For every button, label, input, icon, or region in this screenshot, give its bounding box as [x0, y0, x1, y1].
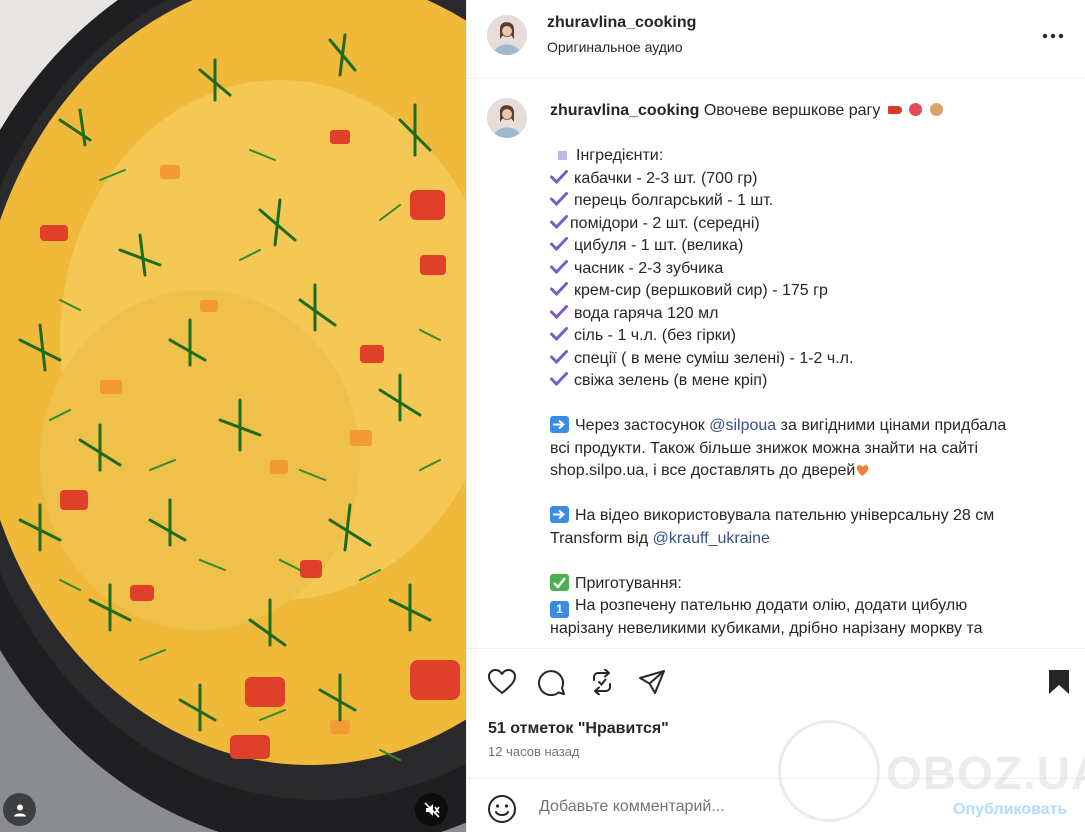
- avatar-image: [487, 15, 527, 55]
- list-item: свіжа зелень (в мене кріп): [550, 370, 1050, 393]
- ingredients-heading: Інгредієнти:: [576, 147, 664, 164]
- post-actions: 51 отметок "Нравится" 12 часов назад: [467, 648, 1085, 778]
- post-header: zhuravlina_cooking Оригинальное аудио: [467, 0, 1085, 79]
- paragraph-line: shop.silpo.ua, і все доставлять до двере…: [550, 460, 1050, 483]
- paragraph-text: за вигідними цінами придбала: [776, 417, 1007, 434]
- comment-button[interactable]: [537, 667, 567, 697]
- caption-title: Овочеве вершкове рагу: [703, 102, 881, 119]
- share-button[interactable]: [637, 667, 667, 697]
- paragraph-text: shop.silpo.ua, і все доставлять до двере…: [550, 462, 856, 479]
- speaker-muted-icon: [423, 801, 440, 818]
- list-item: часник - 2-3 зубчика: [550, 258, 1050, 281]
- likes-count[interactable]: 51 отметок "Нравится": [488, 720, 669, 738]
- tomato-icon: [909, 103, 923, 116]
- comment-input[interactable]: [537, 793, 931, 821]
- paragraph-text: На відео використовувала пательню універ…: [575, 507, 995, 524]
- comment-bar: Опубликовать: [467, 778, 1085, 832]
- check-mark-icon: [550, 304, 568, 319]
- check-mark-icon: [550, 372, 568, 386]
- check-mark-icon: [550, 237, 568, 251]
- heart-icon: [488, 669, 516, 694]
- prep-heading: Приготування:: [575, 574, 682, 592]
- paragraph-line: 1 На розпечену пательню додати олію, дода…: [550, 595, 1050, 618]
- mute-button[interactable]: [415, 793, 448, 826]
- right-arrow-icon: [550, 506, 569, 523]
- like-button[interactable]: [487, 667, 517, 697]
- post-caption: zhuravlina_cooking Овочеве вершкове рагу…: [467, 80, 1085, 648]
- ingredient-text: свіжа зелень (в мене кріп): [574, 372, 768, 389]
- list-item: крем-сир (вершковий сир) - 175 гр: [550, 280, 1050, 303]
- paragraph-line: всі продукти. Також більше знижок можна …: [550, 439, 979, 457]
- list-item: цибуля - 1 шт. (велика): [550, 235, 1050, 258]
- avatar-image: [487, 98, 527, 138]
- audio-label[interactable]: Оригинальное аудио: [547, 39, 683, 55]
- ingredient-text: кабачки - 2-3 шт. (700 гр): [574, 169, 758, 187]
- bullet-icon: [558, 150, 567, 160]
- ingredient-text: перець болгарський - 1 шт.: [574, 192, 774, 209]
- right-arrow-icon: [550, 416, 569, 433]
- check-box-icon: [550, 573, 569, 591]
- ingredient-text: часник - 2-3 зубчика: [574, 259, 724, 277]
- bookmark-icon: [1049, 670, 1069, 694]
- more-horizontal-icon: [1042, 33, 1064, 39]
- list-item: перець болгарський - 1 шт.: [550, 190, 1050, 213]
- list-item: вода гаряча 120 мл: [550, 303, 1050, 326]
- number-one-icon: 1: [550, 601, 569, 618]
- paragraph-line: Через застосунок @silpoua за вигідними ц…: [550, 415, 1050, 438]
- ingredient-text: помідори - 2 шт. (середні): [570, 214, 760, 232]
- paragraph-line: Приготування:: [550, 573, 1050, 596]
- list-item: сіль - 1 ч.л. (без гірки): [550, 325, 1050, 348]
- ingredient-text: цибуля - 1 шт. (велика): [574, 237, 744, 254]
- food-image: [0, 0, 466, 832]
- save-button[interactable]: [1044, 667, 1074, 697]
- post-details-panel: zhuravlina_cooking Оригинальное аудио zh…: [466, 0, 1085, 832]
- paragraph-line: На відео використовувала пательню універ…: [550, 505, 1050, 528]
- user-icon: [13, 804, 26, 816]
- smile-icon[interactable]: [487, 794, 517, 824]
- orange-heart-icon: [857, 465, 869, 476]
- mention-link-krauff[interactable]: @krauff_ukraine: [653, 530, 770, 547]
- onion-icon: [929, 103, 943, 116]
- check-mark-icon: [550, 349, 568, 364]
- ingredient-text: сіль - 1 ч.л. (без гірки): [574, 327, 736, 344]
- repost-button[interactable]: [587, 667, 617, 697]
- ingredient-text: крем-сир (вершковий сир) - 175 гр: [574, 282, 828, 299]
- more-options-button[interactable]: [1039, 24, 1067, 48]
- post-time[interactable]: 12 часов назад: [488, 744, 580, 759]
- ingredient-text: спеції ( в мене суміш зелені) - 1-2 ч.л.: [574, 349, 854, 367]
- send-icon: [639, 670, 665, 694]
- list-item: кабачки - 2-3 шт. (700 гр): [550, 168, 1050, 191]
- paragraph-text: Через застосунок: [575, 417, 710, 434]
- list-item: спеції ( в мене суміш зелені) - 1-2 ч.л.: [550, 348, 1050, 371]
- repost-icon: [593, 669, 611, 695]
- paragraph-text: На розпечену пательню додати олію, додат…: [575, 597, 968, 614]
- check-mark-icon: [550, 259, 568, 274]
- check-mark-icon: [550, 282, 568, 296]
- ingredients-list: кабачки - 2-3 шт. (700 гр) перець болгар…: [550, 168, 1050, 393]
- comment-icon: [538, 670, 565, 696]
- avatar[interactable]: [487, 15, 527, 55]
- tagged-user-button[interactable]: [3, 793, 36, 826]
- mention-link-silpoua[interactable]: @silpoua: [709, 417, 776, 434]
- chili-pepper-icon: [887, 106, 902, 114]
- publish-button[interactable]: Опубликовать: [953, 801, 1067, 819]
- list-item: помідори - 2 шт. (середні): [550, 213, 1050, 236]
- caption-avatar[interactable]: [487, 98, 527, 138]
- check-mark-icon: [550, 214, 568, 229]
- check-mark-icon: [550, 169, 568, 184]
- paragraph-line: нарізану невеликими кубиками, дрібно нар…: [550, 620, 983, 637]
- check-mark-icon: [550, 327, 568, 341]
- author-username[interactable]: zhuravlina_cooking: [547, 14, 696, 32]
- post-video[interactable]: [0, 0, 466, 832]
- paragraph-line: Transform від @krauff_ukraine: [550, 528, 1050, 551]
- caption-username[interactable]: zhuravlina_cooking: [550, 102, 699, 119]
- ingredient-text: вода гаряча 120 мл: [574, 304, 719, 322]
- paragraph-text: Transform від: [550, 529, 653, 547]
- check-mark-icon: [550, 192, 568, 206]
